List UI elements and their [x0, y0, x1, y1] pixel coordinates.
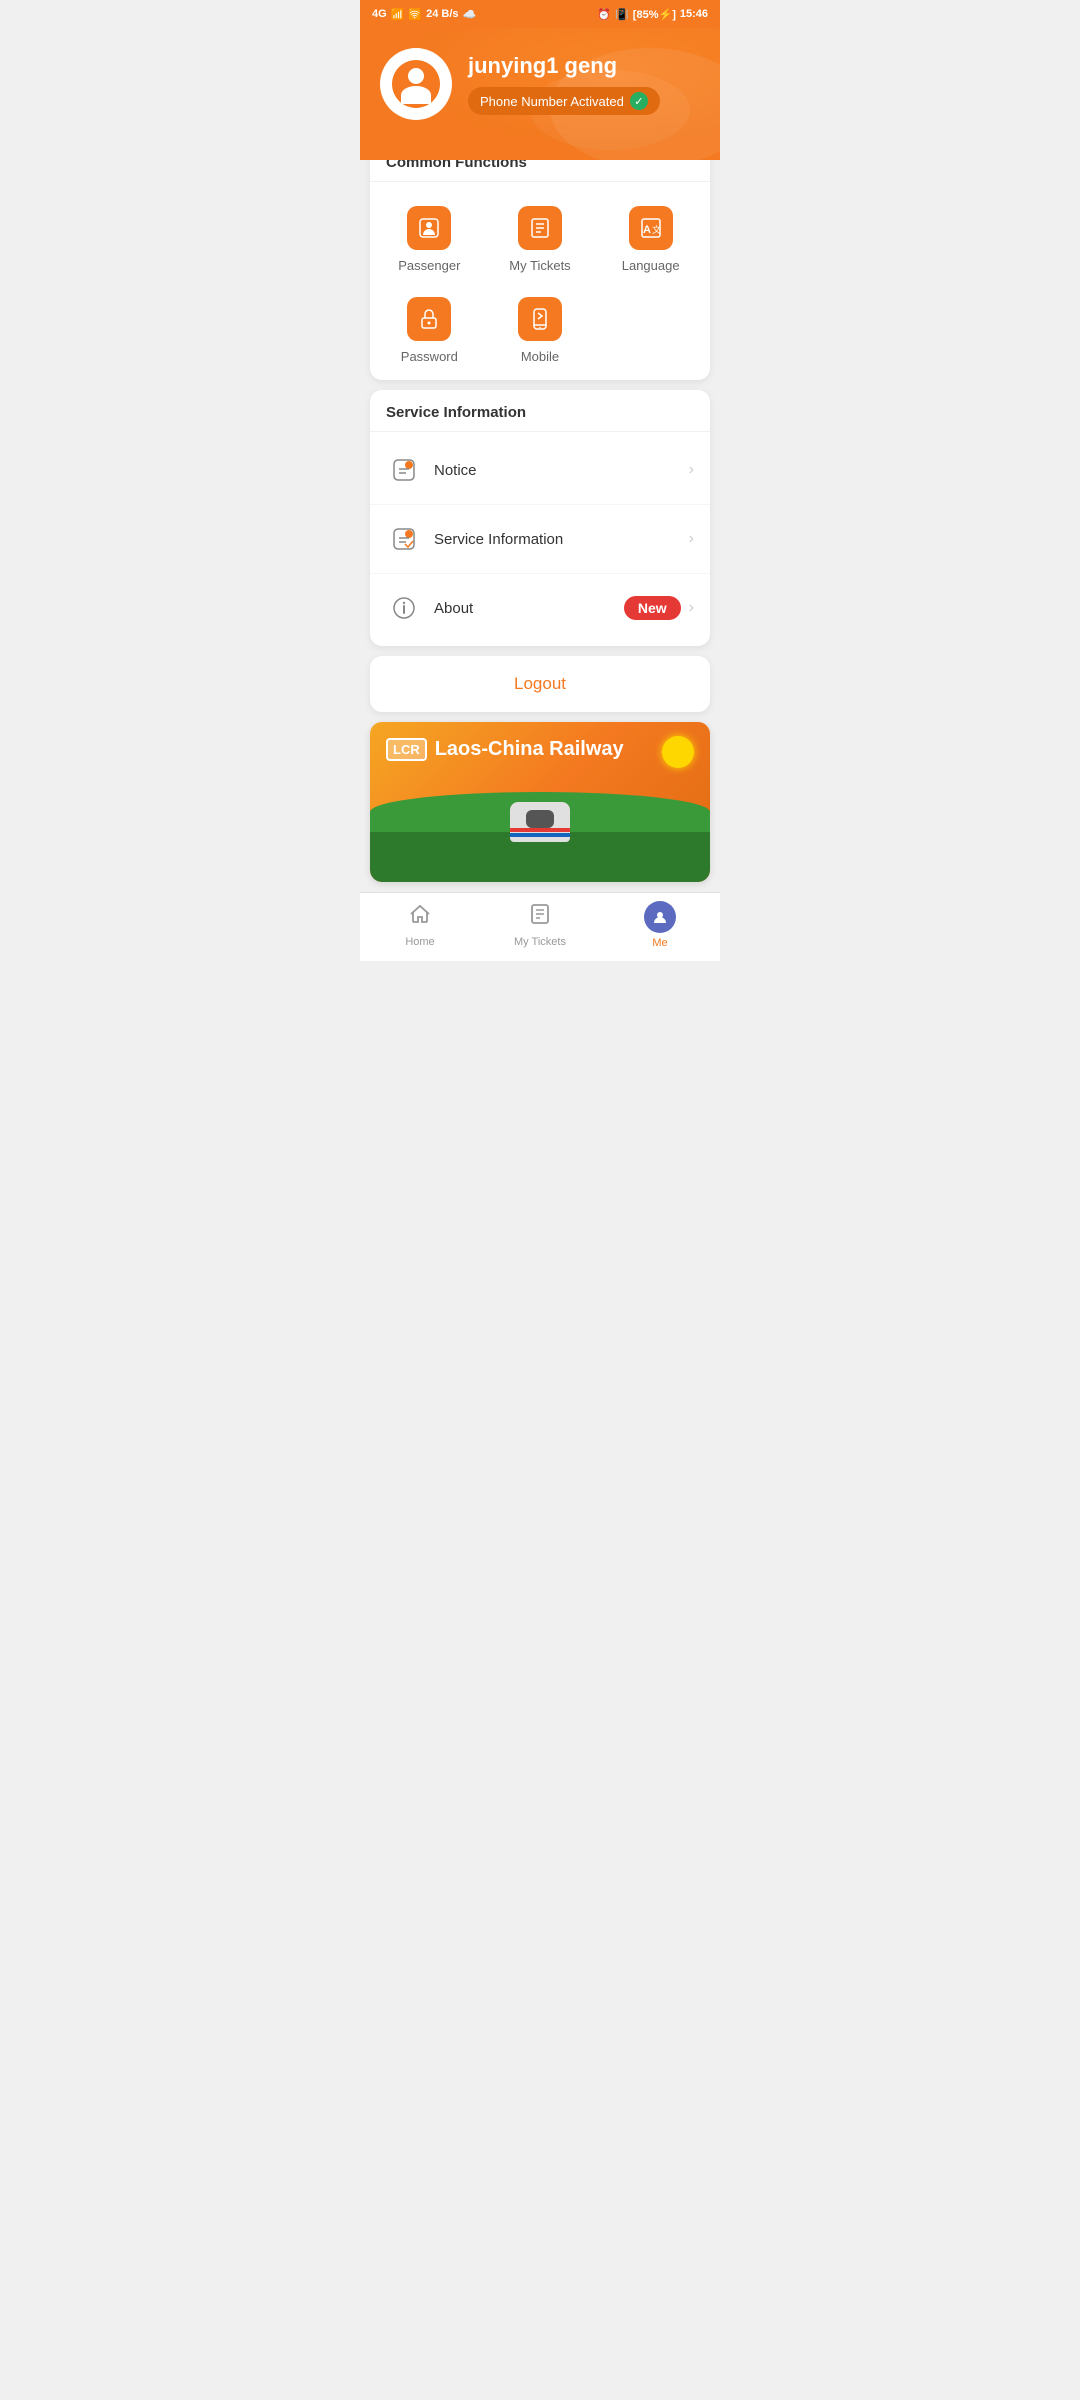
avatar-silhouette [392, 60, 440, 108]
nav-my-tickets[interactable]: My Tickets [480, 902, 600, 948]
function-passenger[interactable]: Passenger [378, 198, 481, 281]
service-item-about[interactable]: About New › [370, 574, 710, 642]
vibrate-icon: 📳 [615, 8, 629, 21]
functions-grid: Passenger My Tickets A 文 La [370, 182, 710, 380]
nav-tickets-label: My Tickets [514, 936, 566, 948]
notice-icon [386, 452, 422, 488]
common-functions-card: Common Functions Passenger [370, 140, 710, 380]
nav-home[interactable]: Home [360, 902, 480, 948]
train-illustration [510, 802, 570, 852]
service-information-card: Service Information Notice › [370, 390, 710, 646]
battery-indicator: [85%⚡] [633, 8, 676, 21]
about-chevron: › [689, 599, 694, 617]
banner-content: LCR Laos-China Railway [370, 722, 710, 781]
about-label: About [434, 600, 612, 617]
profile-header: junying1 geng Phone Number Activated ✓ [360, 28, 720, 160]
function-my-tickets[interactable]: My Tickets [489, 198, 592, 281]
alarm-icon: ⏰ [597, 8, 611, 21]
new-badge: New [624, 596, 681, 620]
service-item-notice[interactable]: Notice › [370, 436, 710, 505]
my-tickets-icon [518, 206, 562, 250]
service-list: Notice › Service Information › [370, 432, 710, 646]
service-information-title: Service Information [370, 390, 710, 432]
bottom-nav: Home My Tickets Me [360, 892, 720, 961]
avatar [380, 48, 452, 120]
logout-card[interactable]: Logout [370, 656, 710, 712]
service-info-icon [386, 521, 422, 557]
function-mobile[interactable]: Mobile [489, 289, 592, 372]
home-icon [408, 902, 432, 932]
profile-name: junying1 geng [468, 53, 700, 79]
notice-right: › [689, 461, 694, 479]
mobile-label: Mobile [521, 349, 559, 364]
my-tickets-label: My Tickets [509, 258, 570, 273]
function-password[interactable]: Password [378, 289, 481, 372]
about-icon [386, 590, 422, 626]
me-avatar-icon [644, 901, 676, 933]
notice-chevron: › [689, 461, 694, 479]
nav-me-icon [644, 901, 676, 933]
notice-label: Notice [434, 462, 677, 479]
network-indicator: 4G [372, 8, 387, 20]
status-left: 4G 📶 🛜 24 B/s ☁️ [372, 8, 476, 21]
banner-title: Laos-China Railway [435, 738, 624, 761]
train-stripe-blue [510, 833, 570, 837]
logout-button[interactable]: Logout [514, 674, 566, 693]
phone-badge: Phone Number Activated ✓ [468, 87, 660, 115]
check-icon: ✓ [630, 92, 648, 110]
language-label: Language [622, 258, 680, 273]
passenger-label: Passenger [398, 258, 460, 273]
train-body [510, 802, 570, 842]
nav-tickets-icon [528, 902, 552, 932]
about-right: New › [624, 596, 694, 620]
profile-info: junying1 geng Phone Number Activated ✓ [468, 53, 700, 115]
status-bar: 4G 📶 🛜 24 B/s ☁️ ⏰ 📳 [85%⚡] 15:46 [360, 0, 720, 28]
password-label: Password [401, 349, 458, 364]
status-right: ⏰ 📳 [85%⚡] 15:46 [597, 8, 708, 21]
passenger-icon [407, 206, 451, 250]
sun-icon [662, 736, 694, 768]
service-item-service-info[interactable]: Service Information › [370, 505, 710, 574]
mobile-icon [518, 297, 562, 341]
service-info-label: Service Information [434, 531, 677, 548]
signal-icon: 📶 [391, 8, 405, 21]
svg-text:文: 文 [652, 224, 661, 235]
function-language[interactable]: A 文 Language [599, 198, 702, 281]
profile-row: junying1 geng Phone Number Activated ✓ [380, 48, 700, 120]
service-info-chevron: › [689, 530, 694, 548]
cloud-icon: ☁️ [463, 8, 477, 21]
wifi-icon: 🛜 [408, 8, 422, 21]
nav-me-label: Me [652, 937, 667, 949]
password-icon [407, 297, 451, 341]
train-stripe-red [510, 828, 570, 832]
data-usage: 24 B/s [426, 8, 458, 20]
time-display: 15:46 [680, 8, 708, 20]
svg-text:A: A [643, 224, 651, 236]
nav-me[interactable]: Me [600, 901, 720, 949]
banner-logo: LCR Laos-China Railway [386, 738, 624, 761]
phone-badge-text: Phone Number Activated [480, 94, 624, 109]
train-window [526, 810, 554, 828]
lcr-box: LCR [386, 738, 427, 761]
home-label: Home [405, 936, 434, 948]
language-icon: A 文 [629, 206, 673, 250]
lcr-banner: LCR Laos-China Railway [370, 722, 710, 882]
service-info-right: › [689, 530, 694, 548]
